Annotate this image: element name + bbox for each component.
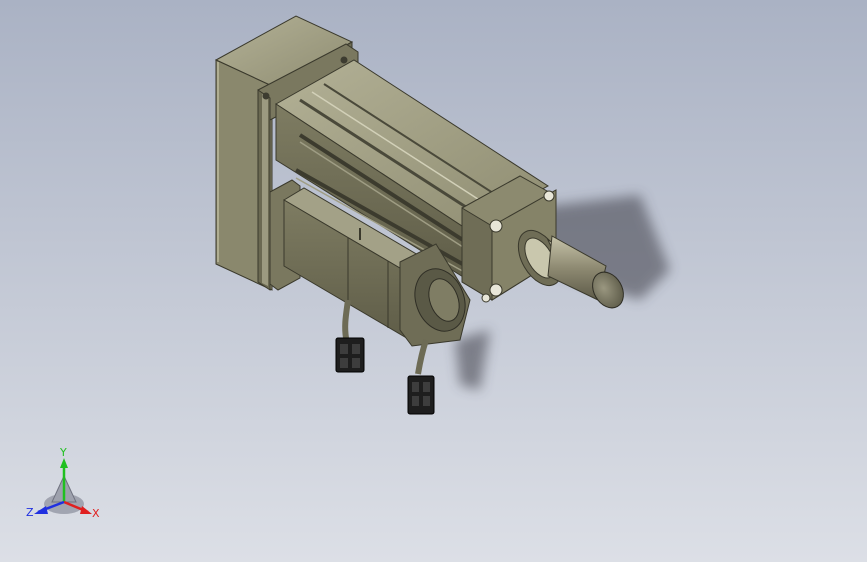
y-arrow-head	[60, 458, 68, 468]
end-cap-bolt	[481, 293, 491, 303]
encoder-cable[interactable]	[407, 339, 435, 415]
flange-bolt-hole	[262, 92, 270, 100]
end-cap-bolt	[489, 283, 503, 297]
y-axis-label: Y	[59, 446, 67, 459]
orientation-triad[interactable]: Y X Z	[22, 446, 112, 526]
graphics-viewport[interactable]: Y X Z	[0, 0, 867, 562]
3d-model-scene[interactable]	[0, 0, 867, 562]
end-cap-bolt	[543, 190, 555, 202]
x-axis-label: X	[92, 507, 100, 520]
z-arrow-head	[34, 506, 48, 514]
flange-bolt-hole	[340, 56, 348, 64]
encoder-connector[interactable]	[407, 375, 435, 415]
x-arrow-head	[80, 506, 92, 514]
z-axis-label: Z	[26, 506, 34, 519]
end-cap-bolt	[489, 219, 503, 233]
